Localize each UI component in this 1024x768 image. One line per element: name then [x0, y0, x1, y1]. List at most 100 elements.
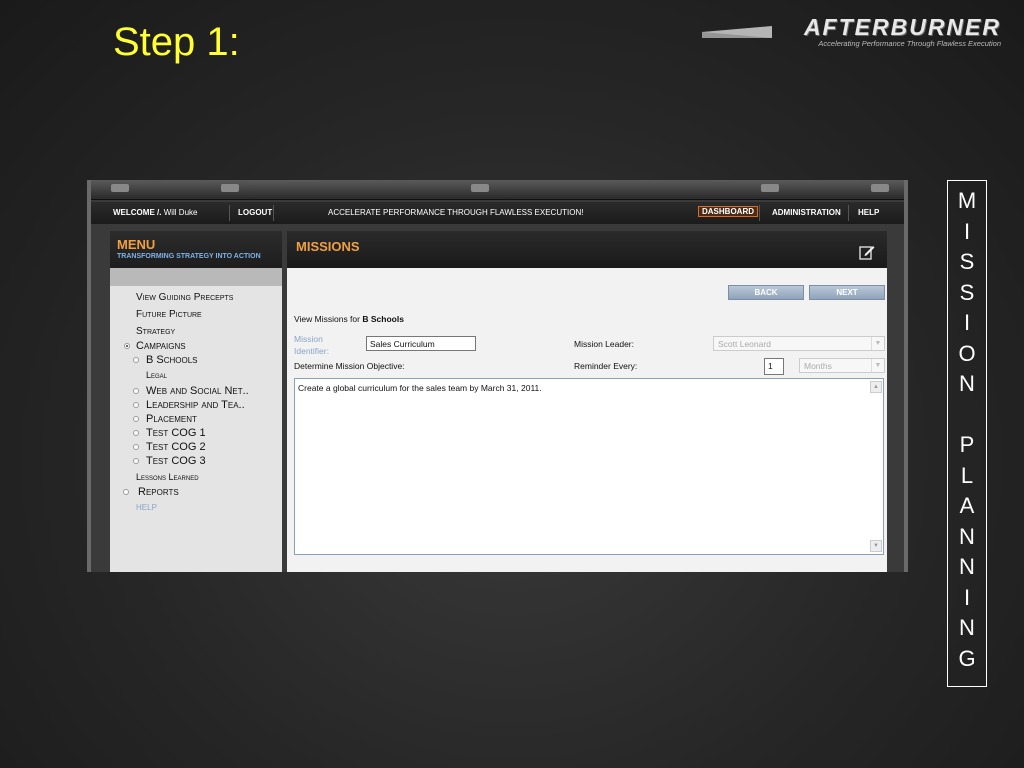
vertical-letter: S: [959, 249, 975, 274]
sidebar-item-label: HELP: [136, 503, 157, 512]
help-label: HELP: [858, 208, 880, 217]
logo-tagline: Accelerating Performance Through Flawles…: [818, 39, 1001, 48]
sidebar-item-test-cog-1[interactable]: Test COG 1: [133, 427, 206, 439]
mission-identifier-label-2: Identifier:: [294, 346, 329, 356]
menu-subtitle: TRANSFORMING STRATEGY INTO ACTION: [117, 253, 261, 260]
reminder-unit-value: Months: [804, 361, 832, 371]
sidebar-item-label: Placement: [146, 413, 197, 425]
sidebar-item-placement[interactable]: Placement: [133, 413, 197, 425]
mission-leader-value: Scott Leonard: [718, 339, 771, 349]
reminder-label: Reminder Every:: [574, 361, 638, 371]
menu-header: MENU TRANSFORMING STRATEGY INTO ACTION: [110, 231, 282, 268]
top-navigation: WELCOME /. Will Duke LOGOUT ACCELERATE P…: [91, 202, 904, 224]
sidebar-strip: [110, 268, 282, 286]
sidebar-item-campaigns[interactable]: Campaigns: [124, 340, 186, 352]
vertical-letter: I: [963, 584, 971, 610]
rivet-icon: [221, 184, 239, 192]
sidebar-item-label: B Schools: [146, 354, 198, 366]
jet-icon: [702, 26, 772, 38]
dashboard-label: DASHBOARD: [698, 206, 758, 217]
sidebar-item-label: Test COG 3: [146, 455, 206, 467]
mission-planning-label: M I S S I O N P L A N N I N G: [947, 180, 987, 687]
chevron-down-icon: ▼: [871, 359, 884, 372]
vertical-letter: G: [958, 645, 976, 671]
vertical-letter: M: [957, 188, 977, 213]
dashboard-link[interactable]: DASHBOARD: [698, 206, 758, 217]
rivet-icon: [761, 184, 779, 192]
slogan-text: ACCELERATE PERFORMANCE THROUGH FLAWLESS …: [328, 208, 584, 217]
sidebar: View Guiding Precepts Future Picture Str…: [110, 268, 282, 572]
mission-leader-select[interactable]: Scott Leonard ▼: [713, 336, 885, 351]
vertical-letter: P: [959, 432, 975, 457]
sidebar-item-strategy[interactable]: Strategy: [136, 326, 175, 337]
objective-label: Determine Mission Objective:: [294, 361, 405, 371]
sidebar-item-label: Campaigns: [136, 340, 186, 352]
logout-link[interactable]: LOGOUT: [238, 208, 272, 217]
vertical-letter: S: [959, 279, 975, 305]
radio-icon: [123, 489, 129, 495]
sidebar-item-label: Strategy: [136, 326, 176, 337]
radio-icon: [133, 444, 139, 450]
app-screenshot: WELCOME /. Will Duke LOGOUT ACCELERATE P…: [87, 180, 908, 572]
afterburner-logo: AFTERBURNER Accelerating Performance Thr…: [700, 14, 1005, 54]
rivet-icon: [871, 184, 889, 192]
scroll-up-icon[interactable]: ▲: [870, 381, 882, 393]
missions-panel: BACK NEXT View Missions for B Schools Mi…: [287, 268, 887, 572]
missions-header: MISSIONS: [287, 231, 887, 268]
vertical-letter: I: [963, 218, 971, 244]
sidebar-item-label: Test COG 2: [146, 441, 206, 453]
mission-leader-label: Mission Leader:: [574, 339, 635, 349]
sidebar-item-leadership[interactable]: Leadership and Tea..: [133, 399, 245, 411]
logo-name: AFTERBURNER: [803, 14, 1001, 40]
help-link[interactable]: HELP: [858, 208, 879, 217]
user-name: Will Duke: [163, 208, 198, 217]
administration-label: ADMINISTRATION: [772, 208, 841, 217]
sidebar-item-legal[interactable]: Legal: [146, 370, 167, 380]
reminder-unit-select[interactable]: Months ▼: [799, 358, 885, 373]
sidebar-item-b-schools[interactable]: B Schools: [133, 354, 198, 366]
radio-icon: [133, 388, 139, 394]
vertical-letter: N: [959, 523, 975, 549]
sidebar-item-test-cog-3[interactable]: Test COG 3: [133, 455, 206, 467]
vertical-letter: O: [958, 340, 976, 366]
sidebar-item-reports[interactable]: Reports: [123, 486, 179, 498]
sidebar-item-test-cog-2[interactable]: Test COG 2: [133, 441, 206, 453]
mission-objective-text: Create a global curriculum for the sales…: [298, 383, 542, 393]
sidebar-item-future-picture[interactable]: Future Picture: [136, 309, 202, 320]
radio-icon: [124, 343, 130, 349]
administration-link[interactable]: ADMINISTRATION: [772, 208, 841, 217]
mission-identifier-input[interactable]: Sales Curriculum: [366, 336, 476, 351]
scroll-down-icon[interactable]: ▼: [870, 540, 882, 552]
sidebar-item-view-guiding-precepts[interactable]: View Guiding Precepts: [136, 292, 233, 303]
divider: [273, 205, 274, 221]
sidebar-item-label: Future Picture: [136, 309, 202, 320]
sidebar-item-label: Lessons Learned: [136, 472, 199, 482]
mission-identifier-label-1: Mission: [294, 334, 323, 344]
back-button[interactable]: BACK: [728, 285, 804, 300]
next-button[interactable]: NEXT: [809, 285, 885, 300]
reminder-interval-input[interactable]: 1: [764, 358, 784, 375]
vertical-letter: N: [959, 615, 975, 640]
sidebar-item-help[interactable]: HELP: [136, 503, 157, 512]
view-missions-label: View Missions for B Schools: [294, 314, 404, 324]
vertical-letter: A: [959, 493, 975, 518]
edit-icon[interactable]: [859, 244, 875, 260]
vertical-letter: N: [959, 554, 975, 579]
welcome-label: WELCOME /.: [113, 208, 162, 217]
missions-title: MISSIONS: [296, 239, 360, 254]
sidebar-item-web-and-social[interactable]: Web and Social Net..: [133, 385, 249, 397]
rivet-icon: [111, 184, 129, 192]
sidebar-item-label: View Guiding Precepts: [136, 292, 234, 303]
logout-label: LOGOUT: [238, 208, 273, 217]
slide-title: Step 1:: [113, 20, 240, 64]
sidebar-item-label: Legal: [146, 370, 168, 380]
divider: [848, 205, 849, 221]
radio-icon: [133, 402, 139, 408]
sidebar-item-label: Reports: [138, 486, 179, 498]
divider: [229, 205, 230, 221]
chevron-down-icon: ▼: [871, 337, 884, 350]
sidebar-item-label: Leadership and Tea..: [146, 399, 245, 411]
mission-objective-textarea[interactable]: Create a global curriculum for the sales…: [294, 378, 884, 555]
radio-icon: [133, 357, 139, 363]
sidebar-item-lessons-learned[interactable]: Lessons Learned: [136, 472, 199, 482]
